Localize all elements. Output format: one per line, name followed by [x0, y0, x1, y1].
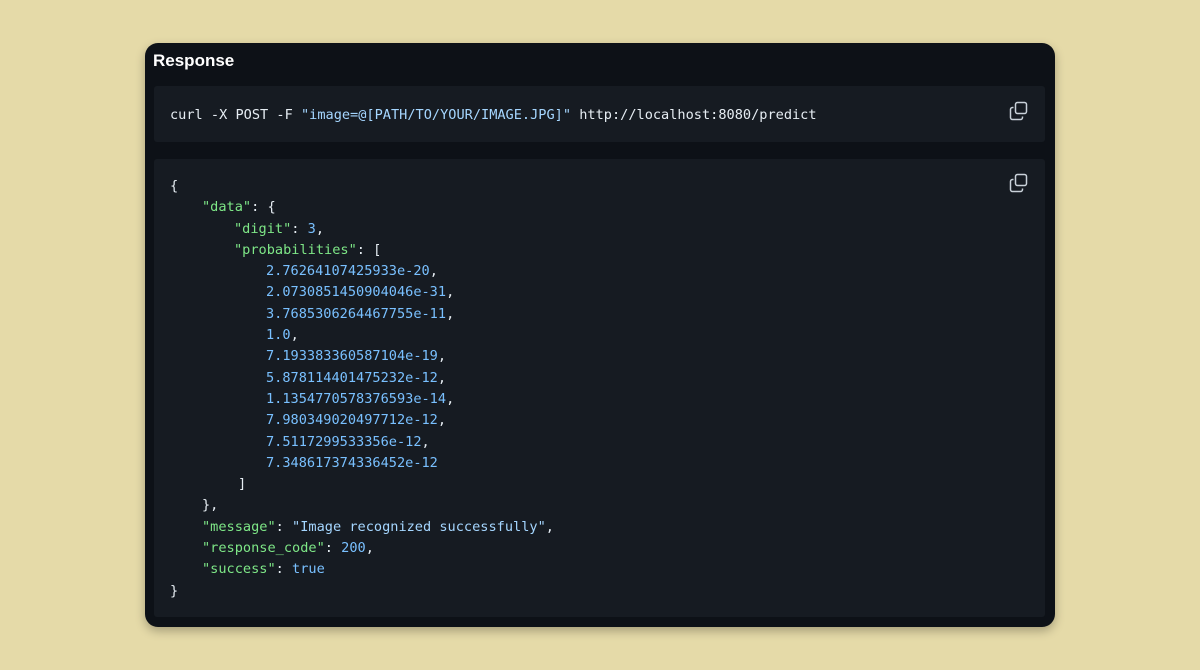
probability-line: 2.76264107425933e-20,: [170, 261, 554, 282]
digit-value: 3: [307, 220, 316, 237]
curl-command-prefix: curl -X POST -F: [170, 107, 301, 123]
probability-value: 1.1354770578376593e-14: [266, 390, 447, 407]
probability-value: 1.0: [266, 327, 291, 344]
digit-key: "digit": [234, 220, 292, 237]
message-key: "message": [202, 518, 276, 535]
separator: :: [291, 220, 308, 237]
panel-title: Response: [153, 51, 235, 70]
comma: ,: [290, 327, 299, 344]
json-line: "response_code": 200,: [170, 538, 554, 559]
probability-value: 2.0730851450904046e-31: [266, 284, 447, 301]
probability-value: 7.348617374336452e-12: [266, 454, 438, 471]
message-value: "Image recognized successfully": [292, 518, 546, 535]
probability-value: 5.878114401475232e-12: [266, 369, 438, 386]
response-code-value: 200: [341, 540, 366, 557]
probability-value: 7.980349020497712e-12: [266, 412, 438, 429]
json-line: },: [170, 495, 554, 516]
probability-line: 2.0730851450904046e-31,: [170, 282, 554, 303]
probability-line: 5.878114401475232e-12,: [170, 368, 554, 389]
data-close: },: [202, 497, 219, 514]
probability-line: 7.980349020497712e-12,: [170, 410, 554, 431]
json-line: ]: [170, 474, 554, 495]
copy-icon: [1009, 101, 1028, 121]
json-response-text[interactable]: { "data": { "digit": 3, "probabilities":…: [170, 176, 554, 602]
comma: ,: [437, 348, 447, 365]
probabilities-key: "probabilities": [234, 241, 357, 258]
curl-command-block: curl -X POST -F "image=@[PATH/TO/YOUR/IM…: [154, 86, 1045, 142]
probability-value: 2.76264107425933e-20: [266, 263, 430, 280]
open-brace: {: [170, 178, 179, 194]
curl-command[interactable]: curl -X POST -F "image=@[PATH/TO/YOUR/IM…: [170, 105, 817, 125]
json-line: "digit": 3,: [170, 219, 554, 240]
data-open: : {: [251, 199, 276, 216]
comma: ,: [365, 540, 374, 557]
array-close: ]: [238, 476, 247, 493]
copy-icon: [1009, 173, 1028, 193]
comma: ,: [437, 412, 447, 429]
json-line: "probabilities": [: [170, 240, 554, 261]
comma: ,: [446, 390, 455, 407]
json-response-block: { "data": { "digit": 3, "probabilities":…: [154, 159, 1045, 617]
response-code-key: "response_code": [202, 540, 325, 557]
json-line: "success": true: [170, 559, 554, 580]
comma: ,: [545, 518, 554, 535]
probability-line: 3.7685306264467755e-11,: [170, 304, 554, 325]
probability-line: 7.5117299533356e-12,: [170, 432, 554, 453]
comma: ,: [437, 369, 447, 386]
probability-value: 3.7685306264467755e-11: [266, 305, 447, 322]
success-value: true: [292, 561, 325, 578]
data-key: "data": [202, 199, 252, 216]
curl-command-url: http://localhost:8080/predict: [571, 107, 817, 123]
json-line: {: [170, 176, 554, 197]
success-key: "success": [202, 561, 276, 578]
response-panel: Response curl -X POST -F "image=@[PATH/T…: [145, 43, 1055, 627]
curl-form-value: "image=@[PATH/TO/YOUR/IMAGE.JPG]": [300, 107, 572, 123]
copy-response-button[interactable]: [1009, 173, 1029, 193]
probability-value: 7.193383360587104e-19: [266, 348, 438, 365]
probability-value: 7.5117299533356e-12: [266, 433, 422, 450]
comma: ,: [421, 433, 430, 450]
json-line: "message": "Image recognized successfull…: [170, 517, 554, 538]
probability-line: 1.0,: [170, 325, 554, 346]
close-brace: }: [170, 582, 179, 599]
comma: ,: [446, 305, 455, 322]
separator: :: [275, 561, 293, 578]
separator: :: [324, 540, 342, 557]
separator: :: [275, 518, 293, 535]
probability-line: 7.193383360587104e-19,: [170, 346, 554, 367]
probability-line: 1.1354770578376593e-14,: [170, 389, 554, 410]
copy-command-button[interactable]: [1009, 101, 1029, 121]
comma: ,: [429, 263, 438, 280]
json-line: "data": {: [170, 197, 554, 218]
comma: ,: [446, 284, 455, 301]
probability-line: 7.348617374336452e-12: [170, 453, 554, 474]
comma: ,: [315, 220, 325, 237]
json-line: }: [170, 581, 554, 602]
probabilities-open: : [: [356, 241, 382, 258]
